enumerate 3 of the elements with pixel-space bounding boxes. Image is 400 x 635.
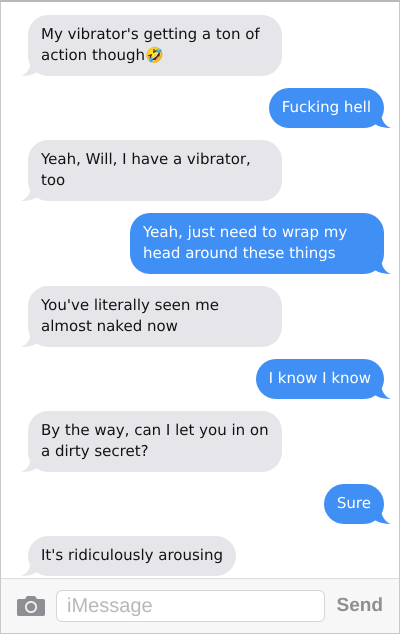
message-field[interactable]: iMessage — [56, 590, 325, 622]
camera-icon[interactable] — [16, 595, 46, 617]
send-button[interactable]: Send — [334, 595, 385, 617]
